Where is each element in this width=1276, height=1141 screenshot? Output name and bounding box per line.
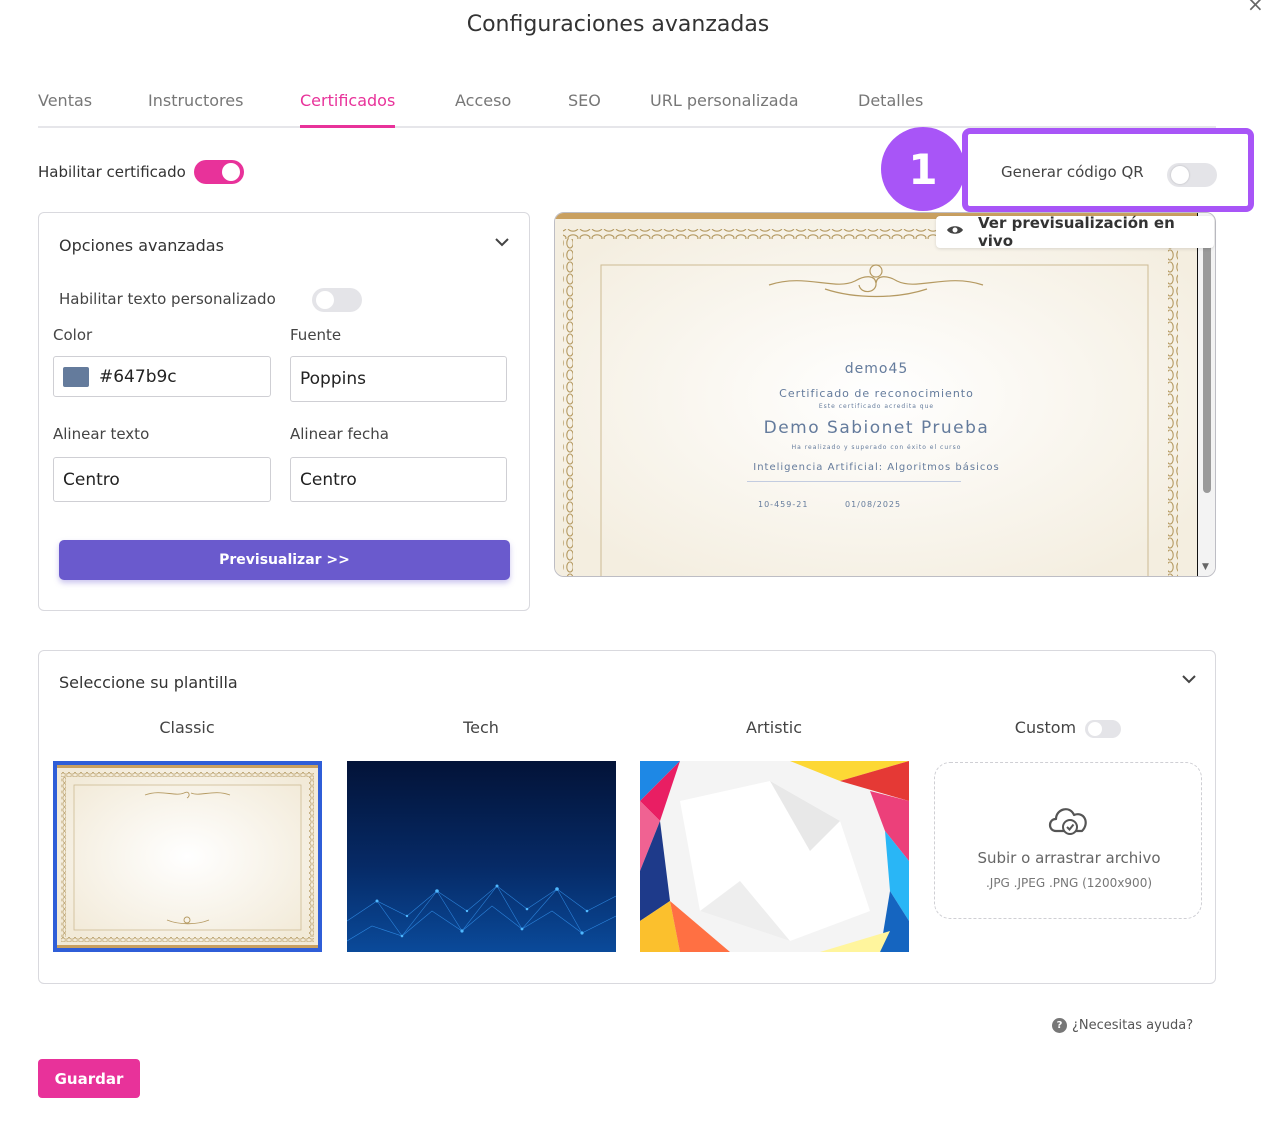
question-icon: ? (1052, 1018, 1067, 1033)
preview-button[interactable]: Previsualizar >> (59, 540, 510, 580)
cert-accredits: Este certificado acredita que (818, 403, 935, 410)
upload-formats: .JPG .JPEG .PNG (1200x900) (985, 876, 1153, 890)
align-date-label: Alinear fecha (290, 425, 389, 443)
template-name-custom: Custom (1014, 718, 1077, 737)
help-label: ¿Necesitas ayuda? (1072, 1018, 1194, 1033)
advanced-options-title: Opciones avanzadas (59, 236, 224, 255)
cert-divider (747, 481, 961, 482)
cert-date: 01/08/2025 (845, 500, 902, 509)
template-panel-title: Seleccione su plantilla (59, 673, 238, 692)
enable-certificate-row: Habilitar certificado (38, 160, 244, 184)
tab-acceso[interactable]: Acceso (455, 91, 511, 128)
enable-certificate-label: Habilitar certificado (38, 163, 186, 181)
font-field[interactable]: Poppins (290, 356, 507, 402)
cert-name: Demo Sabionet Prueba (763, 418, 990, 438)
color-swatch[interactable] (63, 366, 89, 387)
custom-template-toggle[interactable] (1085, 719, 1122, 738)
tab-detalles[interactable]: Detalles (858, 91, 923, 128)
tab-url-personalizada[interactable]: URL personalizada (650, 91, 799, 128)
custom-text-toggle[interactable] (312, 288, 362, 312)
align-date-value: Centro (300, 469, 357, 490)
cert-heading: Certificado de reconocimiento (779, 387, 974, 400)
tab-bar: Ventas Instructores Certificados Acceso … (38, 86, 1216, 128)
scrollbar-thumb[interactable] (1203, 243, 1211, 493)
font-value: Poppins (300, 369, 366, 389)
cloud-upload-icon (1048, 808, 1087, 835)
qr-code-toggle[interactable] (1167, 163, 1217, 187)
scroll-down-arrow-icon[interactable]: ▼ (1202, 562, 1209, 572)
template-custom-header: Custom (934, 718, 1202, 738)
live-preview-button[interactable]: Ver previsualización en vivo (936, 214, 1214, 250)
color-value: #647b9c (99, 366, 177, 387)
tab-seo[interactable]: SEO (568, 91, 601, 128)
chevron-down-icon[interactable] (494, 236, 510, 248)
certificate-preview: demo45 Certificado de reconocimiento Est… (554, 212, 1216, 577)
step-badge: 1 (881, 127, 965, 211)
align-text-value: Centro (63, 469, 120, 490)
live-preview-label: Ver previsualización en vivo (978, 214, 1175, 250)
advanced-options-panel: Opciones avanzadas Habilitar texto perso… (38, 212, 530, 611)
help-link[interactable]: ? ¿Necesitas ayuda? (1052, 1018, 1193, 1033)
upload-dropzone[interactable]: Subir o arrastrar archivo .JPG .JPEG .PN… (934, 762, 1202, 919)
enable-certificate-toggle[interactable] (193, 160, 244, 184)
cert-code: 10-459-21 (758, 500, 809, 509)
align-date-select[interactable]: Centro (290, 457, 507, 502)
save-button[interactable]: Guardar (38, 1059, 140, 1098)
cert-completed: Ha realizado y superado con éxito el cur… (791, 444, 962, 451)
tab-instructores[interactable]: Instructores (148, 91, 243, 128)
color-field[interactable]: #647b9c (53, 356, 271, 397)
custom-text-label: Habilitar texto personalizado (59, 290, 276, 308)
template-tech[interactable] (347, 761, 616, 952)
template-name-artistic: Artistic (745, 718, 803, 737)
template-artistic[interactable] (640, 761, 909, 952)
dialog-title: Configuraciones avanzadas (466, 12, 770, 37)
tab-certificados[interactable]: Certificados (300, 91, 396, 128)
close-icon[interactable]: × (1247, 0, 1264, 16)
preview-scrollbar[interactable]: ▼ (1197, 213, 1215, 576)
cert-org: demo45 (844, 361, 909, 377)
tab-ventas[interactable]: Ventas (38, 91, 92, 128)
qr-highlight-box: Generar código QR (962, 128, 1254, 212)
cert-course: Inteligencia Artificial: Algoritmos bási… (753, 462, 1000, 473)
font-label: Fuente (290, 326, 342, 344)
template-name-tech: Tech (463, 718, 499, 737)
eye-icon (946, 224, 964, 240)
qr-code-label: Generar código QR (1001, 163, 1144, 181)
template-classic[interactable] (53, 761, 322, 952)
template-name-classic: Classic (159, 718, 215, 737)
align-text-select[interactable]: Centro (53, 457, 271, 502)
align-text-label: Alinear texto (53, 425, 150, 443)
template-panel: Seleccione su plantilla Classic Tech Art… (38, 650, 1216, 984)
upload-text: Subir o arrastrar archivo (977, 849, 1161, 867)
color-label: Color (53, 326, 93, 344)
chevron-down-icon[interactable] (1181, 673, 1197, 685)
